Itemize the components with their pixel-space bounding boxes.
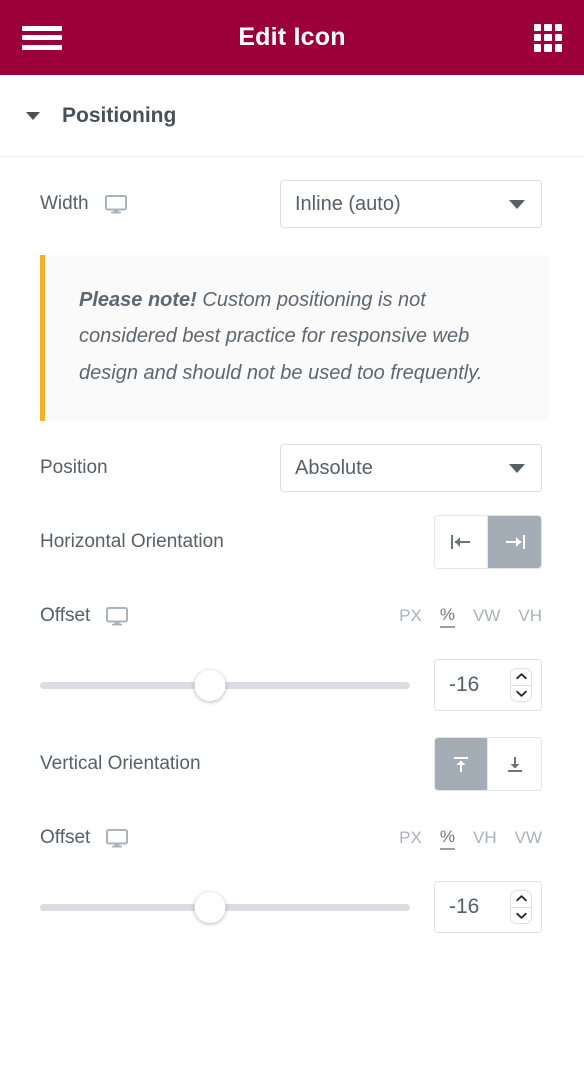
offset-horizontal-slider-row: -16	[0, 655, 584, 715]
slider-thumb[interactable]	[194, 891, 226, 923]
unit-px[interactable]: PX	[399, 606, 422, 627]
unit-percent[interactable]: %	[439, 605, 455, 628]
hamburger-bar	[22, 35, 62, 40]
grid-cell	[544, 33, 552, 42]
hamburger-bar	[22, 44, 62, 50]
app-header: Edit Icon	[0, 0, 584, 75]
grid-cell	[554, 44, 562, 52]
offset-horizontal-number-field[interactable]: -16	[434, 659, 542, 712]
offset-vertical-label-group: Offset	[40, 827, 399, 849]
grid-cell	[534, 44, 542, 52]
desktop-icon[interactable]	[106, 606, 129, 626]
grid-cell	[554, 23, 562, 31]
width-select-value: Inline (auto)	[295, 192, 401, 215]
horizontal-orientation-toggle-group	[434, 515, 542, 570]
offset-vertical-row: Offset PX % VH VW	[0, 813, 584, 863]
grid-cell	[554, 33, 562, 42]
horizontal-orientation-row: Horizontal Orientation	[0, 515, 584, 570]
positioning-note: Please note! Custom positioning is not c…	[40, 255, 549, 422]
grid-cell	[534, 23, 542, 31]
offset-horizontal-label: Offset	[40, 605, 91, 627]
grid-cell	[544, 44, 552, 52]
unit-vw[interactable]: VW	[515, 828, 542, 849]
hamburger-icon[interactable]	[22, 23, 62, 53]
stepper-up-icon[interactable]	[511, 891, 531, 908]
caret-down-icon	[26, 111, 40, 120]
position-select-value: Absolute	[295, 456, 373, 479]
hamburger-bar	[22, 25, 62, 31]
align-right-icon[interactable]	[488, 516, 541, 569]
offset-vertical-number-field[interactable]: -16	[434, 881, 542, 934]
offset-horizontal-value: -16	[449, 673, 480, 697]
position-select[interactable]: Absolute	[280, 444, 542, 493]
vertical-orientation-label: Vertical Orientation	[40, 753, 201, 775]
stepper-down-icon[interactable]	[511, 908, 531, 924]
offset-vertical-value: -16	[449, 895, 480, 919]
position-label: Position	[40, 457, 108, 479]
chevron-down-icon	[509, 463, 525, 473]
offset-vertical-units: PX % VH VW	[399, 827, 542, 850]
align-bottom-icon[interactable]	[488, 738, 541, 791]
width-select[interactable]: Inline (auto)	[280, 180, 542, 228]
offset-horizontal-slider[interactable]	[40, 669, 410, 701]
desktop-icon[interactable]	[106, 828, 129, 848]
grid-apps-icon[interactable]	[534, 23, 562, 52]
offset-horizontal-label-group: Offset	[40, 605, 399, 627]
offset-horizontal-row: Offset PX % VW VH	[0, 591, 584, 641]
offset-vertical-stepper[interactable]	[510, 890, 532, 925]
note-wrapper: Please note! Custom positioning is not c…	[0, 229, 584, 422]
width-label-group: Width	[40, 193, 280, 215]
settings-panel: Positioning Width Inline (auto) Please n…	[0, 75, 584, 938]
unit-vw[interactable]: VW	[473, 606, 500, 627]
page-title: Edit Icon	[238, 23, 346, 51]
position-row: Position Absolute	[0, 443, 584, 493]
unit-vh[interactable]: VH	[518, 606, 542, 627]
slider-thumb[interactable]	[194, 669, 226, 701]
grid-cell	[544, 23, 552, 31]
grid-cell	[534, 33, 542, 42]
horizontal-orientation-label: Horizontal Orientation	[40, 531, 224, 553]
width-label: Width	[40, 193, 89, 214]
chevron-down-icon	[509, 199, 525, 209]
vertical-orientation-toggle-group	[434, 737, 542, 792]
stepper-up-icon[interactable]	[511, 669, 531, 686]
section-header-positioning[interactable]: Positioning	[0, 75, 584, 157]
section-title: Positioning	[62, 103, 177, 127]
unit-percent[interactable]: %	[439, 827, 455, 850]
unit-px[interactable]: PX	[399, 828, 422, 849]
offset-vertical-slider-row: -16	[0, 877, 584, 937]
width-row: Width Inline (auto)	[0, 179, 584, 229]
stepper-down-icon[interactable]	[511, 686, 531, 702]
offset-horizontal-stepper[interactable]	[510, 668, 532, 703]
note-bold-prefix: Please note!	[79, 289, 197, 311]
desktop-icon[interactable]	[104, 194, 127, 214]
align-top-icon[interactable]	[435, 738, 488, 791]
offset-vertical-label: Offset	[40, 827, 91, 849]
vertical-orientation-row: Vertical Orientation	[0, 737, 584, 792]
offset-horizontal-units: PX % VW VH	[399, 605, 542, 628]
align-left-icon[interactable]	[435, 516, 488, 569]
unit-vh[interactable]: VH	[473, 828, 497, 849]
offset-vertical-slider[interactable]	[40, 891, 410, 923]
